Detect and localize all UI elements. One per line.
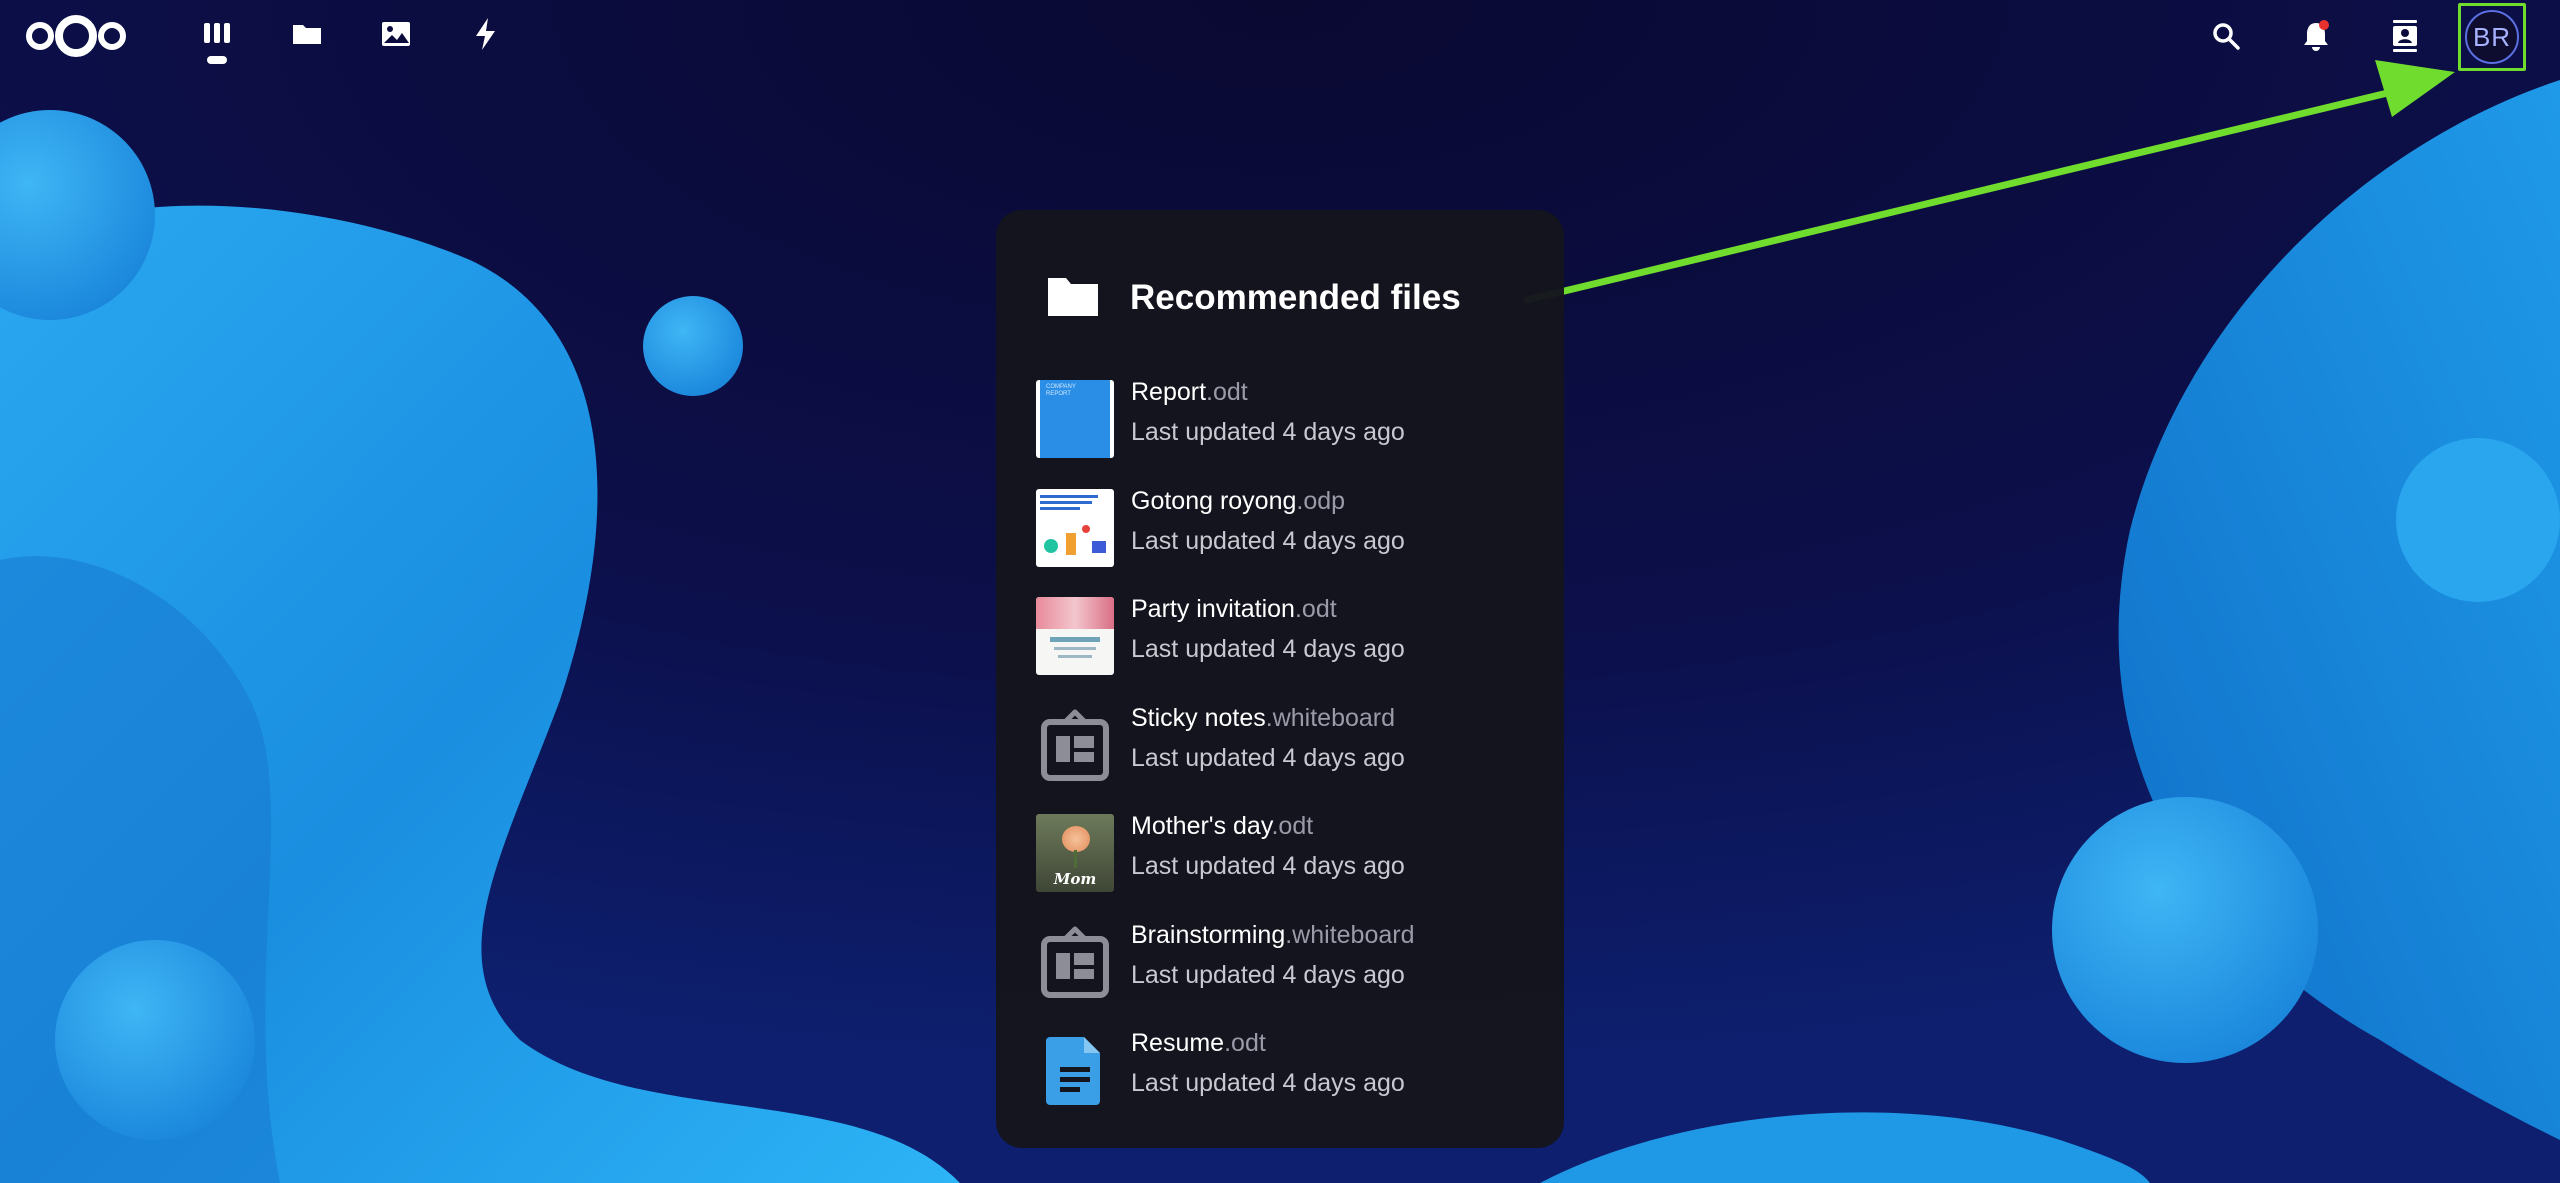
notification-dot [2319, 20, 2329, 30]
list-item[interactable]: Brainstorming.whiteboard Last updated 4 … [1036, 921, 1536, 1030]
list-item[interactable]: Party invitation.odt Last updated 4 days… [1036, 595, 1536, 704]
file-name: Report.odt [1131, 378, 1248, 406]
file-last-updated: Last updated 4 days ago [1131, 1069, 1405, 1097]
file-name: Gotong royong.odp [1131, 486, 1346, 515]
file-last-updated: Last updated 4 days ago [1131, 635, 1405, 663]
whiteboard-icon [1036, 706, 1114, 784]
file-name: Party invitation.odt [1131, 595, 1337, 623]
lightning-icon[interactable] [466, 14, 506, 54]
image-icon[interactable] [376, 14, 416, 54]
list-item[interactable]: Mom Mother's day.odt Last updated 4 days… [1036, 812, 1536, 921]
recommended-files-widget: Recommended files COMPANY REPORT Report.… [996, 210, 1564, 1148]
notifications-bell-icon[interactable] [2294, 14, 2338, 58]
file-name: Resume.odt [1131, 1029, 1266, 1057]
whiteboard-icon [1036, 923, 1114, 1001]
document-icon [1036, 1031, 1114, 1109]
report-thumbnail-label: COMPANY REPORT [1046, 384, 1076, 397]
file-list: COMPANY REPORT Report.odt Last updated 4… [1036, 378, 1536, 1138]
file-last-updated: Last updated 4 days ago [1131, 960, 1405, 989]
rose-thumbnail: Mom [1036, 814, 1114, 892]
active-app-indicator [207, 56, 227, 64]
folder-icon[interactable] [287, 14, 327, 54]
file-last-updated: Last updated 4 days ago [1131, 526, 1405, 555]
avatar-highlight-box: BR [2458, 3, 2526, 71]
file-last-updated: Last updated 4 days ago [1131, 418, 1405, 446]
invitation-thumbnail [1036, 597, 1114, 675]
search-icon[interactable] [2204, 14, 2248, 58]
list-item[interactable]: Sticky notes.whiteboard Last updated 4 d… [1036, 704, 1536, 813]
report-thumbnail: COMPANY REPORT [1036, 380, 1114, 458]
list-item[interactable]: COMPANY REPORT Report.odt Last updated 4… [1036, 378, 1536, 487]
list-item[interactable]: Gotong royong.odp Last updated 4 days ag… [1036, 487, 1536, 596]
contacts-icon[interactable] [2383, 14, 2427, 58]
widget-title: Recommended files [1130, 278, 1461, 317]
widget-header: Recommended files [1046, 258, 1461, 338]
avatar[interactable]: BR [2465, 10, 2519, 64]
file-name: Sticky notes.whiteboard [1131, 703, 1396, 732]
file-last-updated: Last updated 4 days ago [1131, 743, 1405, 772]
list-item[interactable]: Resume.odt Last updated 4 days ago [1036, 1029, 1536, 1138]
file-name: Mother's day.odt [1131, 812, 1314, 840]
file-name: Brainstorming.whiteboard [1131, 920, 1415, 949]
presentation-thumbnail [1036, 488, 1114, 567]
dashboard-icon[interactable] [197, 14, 237, 54]
nextcloud-logo[interactable] [22, 10, 134, 62]
folder-icon [1046, 274, 1100, 323]
file-last-updated: Last updated 4 days ago [1131, 852, 1405, 880]
rose-thumbnail-label: Mom [1053, 870, 1097, 888]
top-navigation-bar: BR [0, 0, 2560, 72]
